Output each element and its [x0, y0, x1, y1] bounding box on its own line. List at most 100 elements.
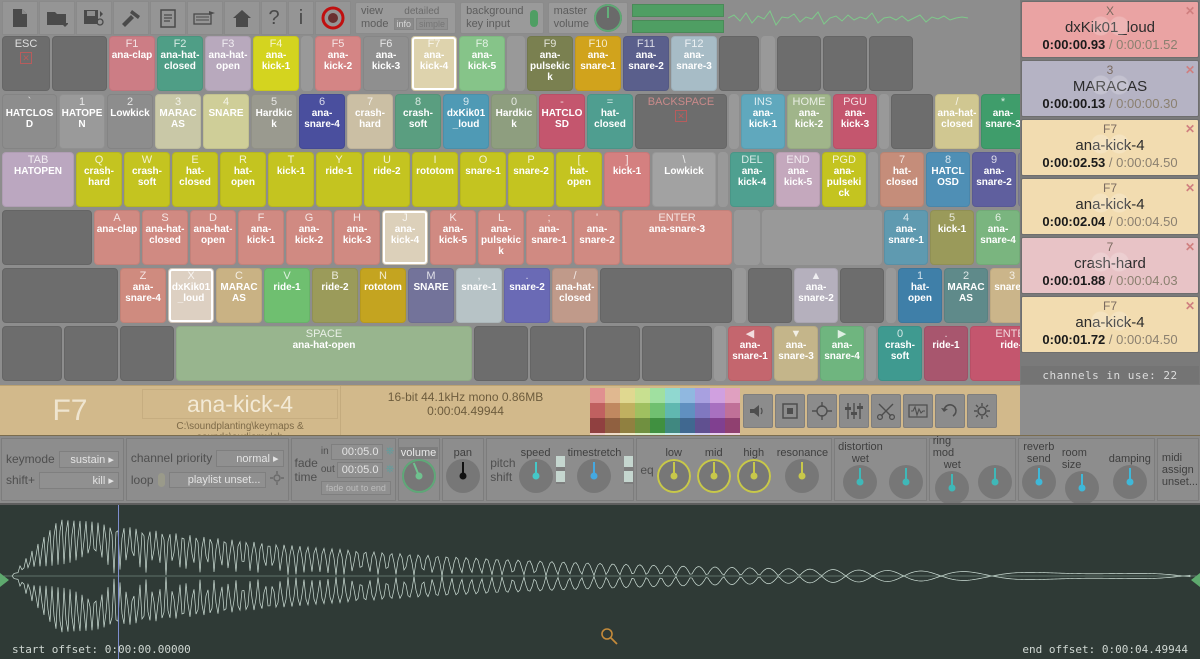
- key-z[interactable]: Zana-snare-4: [120, 268, 166, 323]
- channel-item[interactable]: ✕F7ana-kick-40:00:01.72 / 0:00:04.50: [1021, 296, 1199, 353]
- key-f3[interactable]: F3ana-hat-open: [205, 36, 251, 91]
- key-unassigned[interactable]: [474, 326, 528, 381]
- key-k[interactable]: Kana-kick-5: [430, 210, 476, 265]
- loop-toggle[interactable]: [158, 473, 165, 487]
- palette-swatch[interactable]: [620, 388, 635, 403]
- palette-swatch[interactable]: [725, 403, 740, 418]
- key-u[interactable]: Uride-2: [364, 152, 410, 207]
- master-volume-group[interactable]: master volume: [548, 2, 628, 34]
- key-f8[interactable]: F8ana-kick-5: [459, 36, 505, 91]
- key--[interactable]: ;ana-snare-1: [526, 210, 572, 265]
- tools-icon[interactable]: [113, 1, 149, 35]
- key-i[interactable]: Irototom: [412, 152, 458, 207]
- channel-item[interactable]: ✕3MARACAS0:00:00.13 / 0:00:00.30: [1021, 60, 1199, 117]
- pan-knob[interactable]: [446, 459, 480, 493]
- key-f10[interactable]: F10ana-snare-1: [575, 36, 621, 91]
- channel-close-icon[interactable]: ✕: [1185, 299, 1195, 313]
- palette-swatch[interactable]: [710, 403, 725, 418]
- key-w[interactable]: Wcrash-soft: [124, 152, 170, 207]
- loop-refresh-icon[interactable]: [935, 394, 965, 428]
- new-file-icon[interactable]: [2, 1, 38, 35]
- palette-swatch[interactable]: [590, 418, 605, 433]
- palette-swatch[interactable]: [680, 388, 695, 403]
- key-g[interactable]: Gana-kick-2: [286, 210, 332, 265]
- info-icon[interactable]: i: [288, 1, 314, 35]
- midi-assign-group[interactable]: midi assign unset...: [1157, 438, 1199, 501]
- key--[interactable]: ]kick-1: [604, 152, 650, 207]
- waveform-display[interactable]: start offset: 0:00:00.00000 end offset: …: [0, 503, 1200, 659]
- key--[interactable]: ,snare-1: [456, 268, 502, 323]
- palette-swatch[interactable]: [590, 388, 605, 403]
- key-0[interactable]: 0Hardkick: [491, 94, 537, 149]
- key-1[interactable]: 1hat-open: [898, 268, 942, 323]
- fade-out-input[interactable]: 00:05.0: [337, 462, 384, 478]
- waveform-icon[interactable]: [903, 394, 933, 428]
- key-home[interactable]: HOMEana-kick-2: [787, 94, 831, 149]
- key-del[interactable]: DELana-kick-4: [730, 152, 774, 207]
- eq-low-knob[interactable]: [657, 459, 691, 493]
- key-end[interactable]: ENDana-kick-5: [776, 152, 820, 207]
- eq-mid-knob[interactable]: [697, 459, 731, 493]
- key-0[interactable]: 0crash-soft: [878, 326, 922, 381]
- key-f4[interactable]: F4ana-kick-1: [253, 36, 299, 91]
- background-key-led[interactable]: [530, 10, 538, 27]
- view-mode-group[interactable]: view mode detailed info simple: [355, 2, 456, 34]
- magnifier-icon[interactable]: [600, 627, 618, 649]
- key-unassigned[interactable]: [64, 326, 118, 381]
- speaker-icon[interactable]: [743, 394, 773, 428]
- channel-item[interactable]: ✕XdxKik01_loud0:00:00.93 / 0:00:01.52: [1021, 1, 1199, 58]
- key-f6[interactable]: F6ana-kick-3: [363, 36, 409, 91]
- key-a[interactable]: Aana-clap: [94, 210, 140, 265]
- key-ins[interactable]: INSana-kick-1: [741, 94, 785, 149]
- key-8[interactable]: 8crash-soft: [395, 94, 441, 149]
- shift-select[interactable]: kill ▸: [39, 472, 119, 489]
- key-unassigned[interactable]: [52, 36, 107, 91]
- fade-out-stepper[interactable]: ⎈: [385, 463, 394, 476]
- color-palette[interactable]: [590, 386, 740, 435]
- view-mode-info[interactable]: info: [394, 18, 415, 30]
- key--[interactable]: /ana-hat-closed: [552, 268, 598, 323]
- key-f7[interactable]: F7ana-kick-4: [411, 36, 457, 91]
- key-5[interactable]: 5Hardkick: [251, 94, 297, 149]
- fade-in-input[interactable]: 00:05.0: [331, 444, 384, 460]
- key-y[interactable]: Yride-1: [316, 152, 362, 207]
- key-unassigned[interactable]: [586, 326, 640, 381]
- palette-swatch[interactable]: [605, 388, 620, 403]
- volume-knob[interactable]: [402, 459, 436, 493]
- key--[interactable]: /ana-hat-closed: [935, 94, 979, 149]
- key-1[interactable]: 1HATOPEN: [59, 94, 105, 149]
- key-f1[interactable]: F1ana-clap: [109, 36, 155, 91]
- channel-close-icon[interactable]: ✕: [1185, 181, 1195, 195]
- palette-swatch[interactable]: [695, 403, 710, 418]
- key-x[interactable]: XdxKik01_loud: [168, 268, 214, 323]
- key-unassigned[interactable]: [600, 268, 732, 323]
- key-clear-icon[interactable]: ✕: [20, 52, 32, 64]
- palette-swatch[interactable]: [725, 418, 740, 433]
- key-s[interactable]: Sana-hat-closed: [142, 210, 188, 265]
- key-8[interactable]: 8HATCLOSD: [926, 152, 970, 207]
- key-7[interactable]: 7hat-closed: [880, 152, 924, 207]
- view-mode-detailed[interactable]: detailed: [394, 6, 451, 17]
- key-h[interactable]: Hana-kick-3: [334, 210, 380, 265]
- record-icon[interactable]: [315, 1, 351, 35]
- key-f5[interactable]: F5ana-kick-2: [315, 36, 361, 91]
- midi-label-3[interactable]: unset...: [1162, 476, 1198, 488]
- fade-in-stepper[interactable]: ⎈: [385, 445, 394, 458]
- key--[interactable]: ▼ana-snare-3: [774, 326, 818, 381]
- key--[interactable]: 'ana-snare-2: [574, 210, 620, 265]
- sample-name[interactable]: ana-kick-4: [142, 389, 338, 419]
- key--[interactable]: =hat-closed: [587, 94, 633, 149]
- key-pgd[interactable]: PGDana-pulsekick: [822, 152, 866, 207]
- key-v[interactable]: Vride-1: [264, 268, 310, 323]
- key-4[interactable]: 4SNARE: [203, 94, 249, 149]
- key-pgu[interactable]: PGUana-kick-3: [833, 94, 877, 149]
- key-4[interactable]: 4ana-snare-1: [884, 210, 928, 265]
- key-unassigned[interactable]: [869, 36, 913, 91]
- key-m[interactable]: MSNARE: [408, 268, 454, 323]
- eq-resonance-knob[interactable]: [785, 459, 819, 493]
- palette-swatch[interactable]: [665, 388, 680, 403]
- channel-close-icon[interactable]: ✕: [1185, 240, 1195, 254]
- key-b[interactable]: Bride-2: [312, 268, 358, 323]
- key-clear-icon[interactable]: ✕: [675, 110, 687, 122]
- key--[interactable]: .snare-2: [504, 268, 550, 323]
